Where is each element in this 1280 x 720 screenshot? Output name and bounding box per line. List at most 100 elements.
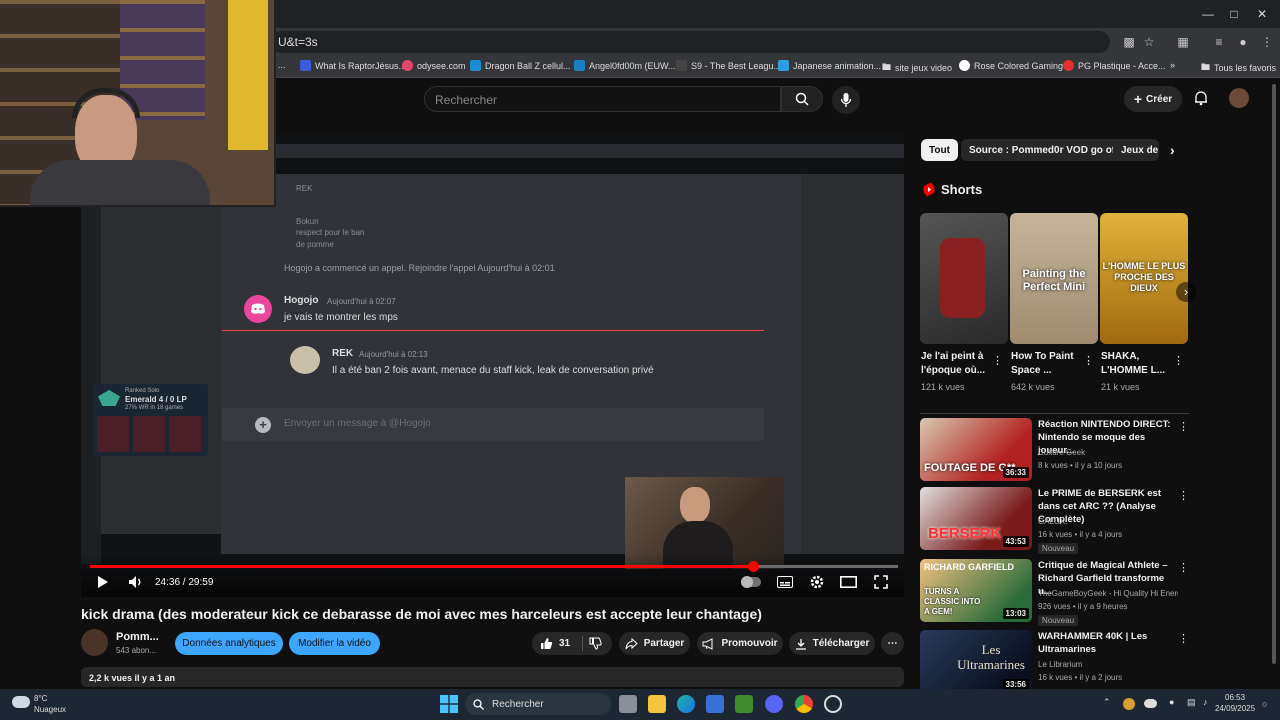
analytics-button[interactable]: Données analytiques (175, 632, 283, 655)
star-icon[interactable]: ☆ (1141, 34, 1157, 50)
short-thumbnail[interactable]: L'HOMME LE PLUS PROCHE DES DIEUX (1100, 213, 1188, 344)
bookmark-item[interactable]: What Is RaptorJésus... (300, 60, 406, 71)
bookmark-item[interactable]: Rose Colored Gaming (959, 60, 1063, 71)
edit-video-button[interactable]: Modifier la vidéo (289, 632, 380, 655)
bookmark-item[interactable]: Japanese animation... (778, 60, 881, 71)
recommended-item[interactable]: RICHARD GARFIELD TURNS A CLASSIC INTO A … (920, 559, 1189, 626)
play-icon (98, 576, 108, 588)
clock-date[interactable]: 24/09/2025 (1215, 704, 1255, 713)
bookmark-item[interactable]: S9 - The Best Leagu... (676, 60, 781, 71)
bookmark-item[interactable]: ... (278, 60, 286, 70)
bookmark-item[interactable]: Dragon Ball Z cellul... (470, 60, 571, 71)
discord-icon[interactable] (765, 695, 783, 713)
short-thumbnail[interactable]: Painting the Perfect Mini (1010, 213, 1098, 344)
recommended-item[interactable]: BERSERK 43:53 Le PRIME de BERSERK est da… (920, 487, 1189, 554)
like-button[interactable]: 31 (540, 637, 570, 650)
recommended-item[interactable]: Les Ultramarines 33:56 WARHAMMER 40K | L… (920, 630, 1189, 694)
bookmark-item[interactable]: odysee.com (402, 60, 466, 71)
short-title[interactable]: SHAKA, L'HOMME L... (1101, 350, 1179, 378)
bookmark-item[interactable]: PG Plastique - Acce... (1063, 60, 1166, 71)
chip-tout[interactable]: Tout (921, 139, 958, 161)
bookmark-favicon-icon (1063, 60, 1074, 71)
more-vert-icon[interactable]: ⋮ (1178, 561, 1189, 574)
subtitles-icon[interactable] (777, 574, 793, 590)
fullscreen-icon[interactable] (874, 574, 888, 590)
shorts-next-icon[interactable]: › (1176, 282, 1196, 302)
volume-icon[interactable]: ♪ (1203, 697, 1208, 707)
taskbar-search[interactable]: Rechercher (465, 693, 611, 715)
time-display: 24:36 / 29:59 (155, 576, 214, 588)
autoplay-toggle[interactable] (741, 574, 761, 590)
menu-lines-icon[interactable]: ≡ (1211, 34, 1227, 50)
chrome-icon[interactable] (795, 695, 813, 713)
short-title[interactable]: Je l'ai peint à l'époque où... (921, 350, 999, 378)
play-button[interactable] (97, 574, 109, 590)
cloud-weather-icon[interactable] (12, 696, 30, 708)
task-view-icon[interactable] (619, 695, 637, 713)
chip-jeux[interactable]: Jeux de (1113, 139, 1159, 161)
channel-name[interactable]: Pomm... (116, 631, 159, 643)
bookmark-item[interactable]: Angel0fd00m (EUW... (574, 60, 676, 71)
page-scrollbar[interactable] (1272, 84, 1276, 664)
bookmark-folder[interactable]: 🖿 Tous les favoris (1201, 60, 1276, 76)
search-input[interactable]: Rechercher (424, 86, 781, 112)
shorts-heading: Shorts (923, 182, 982, 197)
obs-icon[interactable] (824, 695, 842, 713)
dislike-button[interactable] (589, 637, 602, 650)
account-avatar[interactable] (1229, 88, 1249, 108)
search-button[interactable] (781, 86, 823, 112)
more-vert-icon[interactable]: ⋮ (1178, 420, 1189, 433)
short-thumbnail[interactable] (920, 213, 1008, 344)
channel-list (101, 194, 221, 534)
channel-avatar[interactable] (81, 629, 108, 656)
profile-icon[interactable]: ● (1235, 34, 1251, 50)
theater-mode-icon[interactable] (840, 574, 857, 590)
volume-button[interactable] (128, 574, 144, 590)
onedrive-cloud-icon[interactable] (1144, 699, 1157, 708)
bookmark-folder[interactable]: 🖿 site jeux video (882, 60, 952, 76)
person-head (680, 487, 710, 523)
windows-start-icon[interactable] (440, 695, 458, 713)
person-body (30, 160, 210, 205)
discord-message-input: + Envoyer un message à @Hogojo (222, 408, 764, 441)
network-icon[interactable]: ▤ (1187, 697, 1196, 708)
voice-search-button[interactable] (832, 86, 860, 114)
chevron-right-icon[interactable]: › (1162, 139, 1183, 161)
notifications-icon[interactable] (1192, 90, 1210, 108)
more-vert-icon[interactable]: ⋮ (1173, 354, 1184, 367)
short-title[interactable]: How To Paint Space ... (1011, 350, 1089, 378)
description-box[interactable]: 2,2 k vues il y a 1 an (81, 667, 904, 687)
more-vert-icon[interactable]: ⋮ (1259, 34, 1275, 50)
bookmarks-overflow-icon[interactable]: » (1170, 60, 1175, 70)
microphone-icon (840, 93, 852, 107)
file-explorer-icon[interactable] (648, 695, 666, 713)
clock-time[interactable]: 06:53 (1225, 693, 1245, 702)
cast-icon[interactable]: ▩ (1121, 34, 1137, 50)
microsoft-store-icon[interactable] (706, 695, 724, 713)
tray-chevron-icon[interactable]: ⌃ (1103, 697, 1111, 708)
video-progress-bar[interactable] (90, 561, 898, 572)
settings-gear-icon[interactable] (809, 574, 825, 590)
notification-center-icon[interactable]: ○ (1262, 699, 1267, 709)
more-vert-icon[interactable]: ⋮ (1178, 489, 1189, 502)
chip-source[interactable]: Source : Pommed0r VOD go off (961, 139, 1127, 161)
minecraft-icon[interactable] (735, 695, 753, 713)
more-vert-icon[interactable]: ⋮ (1178, 632, 1189, 645)
create-button[interactable]: + Créer (1124, 86, 1182, 112)
microphone-icon[interactable]: ● (1169, 697, 1174, 707)
progress-scrubber[interactable] (747, 561, 759, 572)
recommended-item[interactable]: FOUTAGE DE G** 36:33 Réaction NINTENDO D… (920, 418, 1189, 482)
extensions-icon[interactable]: ▦ (1175, 34, 1191, 50)
share-button[interactable]: Partager (619, 632, 690, 655)
more-actions-icon[interactable]: ⋯ (881, 632, 904, 655)
more-vert-icon[interactable]: ⋮ (992, 354, 1003, 367)
weather-temp: 8°C (34, 694, 48, 703)
progress-played (90, 565, 753, 568)
edge-browser-icon[interactable] (677, 695, 695, 713)
download-button[interactable]: Télécharger (789, 632, 875, 655)
promote-button[interactable]: Promouvoir (697, 632, 783, 655)
address-bar[interactable]: U&t=3s (270, 31, 1110, 53)
more-vert-icon[interactable]: ⋮ (1083, 354, 1094, 367)
tray-app-icon[interactable] (1123, 698, 1135, 710)
close-icon[interactable]: ✕ (1244, 0, 1280, 28)
